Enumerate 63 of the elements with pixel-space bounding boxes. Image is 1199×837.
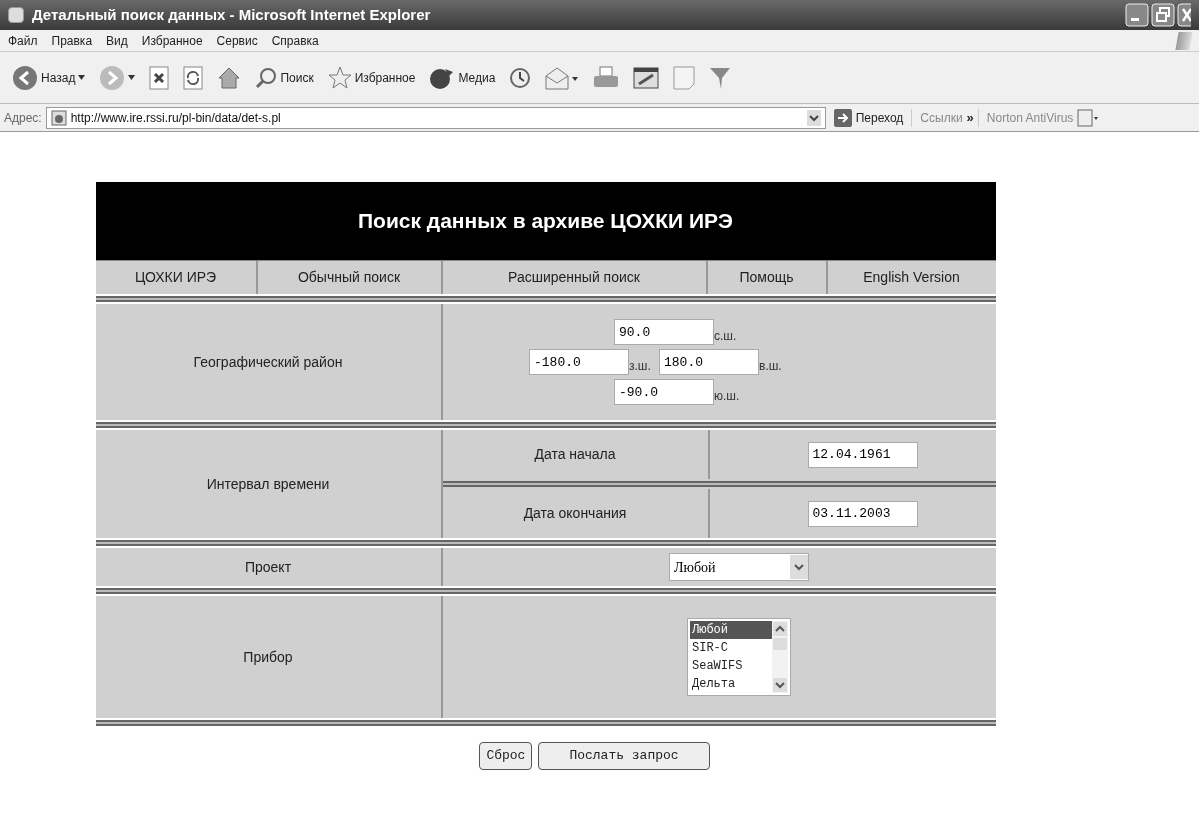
search-icon[interactable] <box>255 66 278 89</box>
form-button[interactable]: Послать запрос <box>538 742 710 770</box>
unit-label: з.ш. <box>629 358 652 375</box>
minimize-icon[interactable] <box>1125 3 1149 27</box>
input-field[interactable]: 03.11.2003 <box>807 500 918 527</box>
nav-link[interactable]: ЦОХКИ ИРЭ <box>134 267 217 288</box>
toolbar-button-label[interactable]: Поиск <box>280 68 314 87</box>
list-option[interactable]: Любой <box>690 621 772 639</box>
address-label: Адрес: <box>4 109 42 127</box>
scrollbar-icon[interactable] <box>772 621 788 693</box>
nav-link[interactable]: Расширенный поиск <box>508 267 640 288</box>
nav-link[interactable]: Помощь <box>739 267 794 288</box>
window-title: Детальный поиск данных - Microsoft Internet Explorer <box>32 4 431 25</box>
go-button-label[interactable]: Переход <box>855 108 904 127</box>
device-listbox[interactable]: Любой SIR-C SeaWIFS Дельта <box>687 618 791 696</box>
unit-label: в.ш. <box>759 358 783 375</box>
toolbar-button-label[interactable]: Избранное <box>354 68 416 87</box>
address-field[interactable]: http://www.ire.rssi.ru/pl-bin/data/det-s.pl <box>45 106 826 129</box>
list-option[interactable]: SIR-C <box>690 639 772 657</box>
refresh-icon[interactable] <box>183 65 204 90</box>
list-option[interactable]: SeaWIFS <box>690 657 772 675</box>
input-field[interactable]: -180.0 <box>529 349 629 375</box>
dropdown-arrow-icon[interactable] <box>78 75 86 80</box>
chevron-button[interactable]: » <box>966 107 974 128</box>
star-icon[interactable] <box>327 65 352 90</box>
input-field[interactable]: 180.0 <box>659 349 759 375</box>
project-dropdown[interactable]: Любой <box>669 553 809 581</box>
stop-icon[interactable] <box>149 65 170 90</box>
form-button[interactable]: Сброс <box>479 742 533 770</box>
input-field[interactable]: -90.0 <box>614 379 714 405</box>
field-label: Дата начала <box>534 445 616 464</box>
field-label: Дата окончания <box>523 504 627 523</box>
nav-link[interactable]: English Version <box>863 267 960 288</box>
page-heading: Поиск данных в архиве ЦОХКИ ИРЭ <box>95 182 996 260</box>
field-label: Проект <box>244 557 292 577</box>
extension-icon[interactable] <box>1077 108 1100 127</box>
field-label: Прибор <box>243 647 293 667</box>
restore-icon[interactable] <box>1151 3 1175 27</box>
nav-link[interactable]: Обычный поиск <box>297 267 401 288</box>
edit-icon[interactable] <box>633 65 660 90</box>
input-field[interactable]: 12.04.1961 <box>807 441 918 468</box>
home-icon[interactable] <box>217 65 242 90</box>
window-icon <box>8 7 24 23</box>
menu-item[interactable]: Избранное <box>141 31 203 50</box>
menu-item[interactable]: Правка <box>51 31 93 50</box>
input-field[interactable]: 90.0 <box>614 319 714 345</box>
field-label: Интервал времени <box>206 474 330 494</box>
menu-item[interactable]: Сервис <box>216 31 258 50</box>
menu-item[interactable]: Вид <box>106 31 128 50</box>
clock-icon[interactable] <box>509 66 532 89</box>
menu-item[interactable]: Файл <box>8 31 38 50</box>
menu-item[interactable]: Справка <box>271 31 319 50</box>
dropdown-arrow-icon[interactable] <box>128 75 136 80</box>
printer-icon[interactable] <box>593 65 620 90</box>
unit-label: ю.ш. <box>714 388 741 405</box>
page-icon <box>50 109 67 126</box>
field-label: Географический район <box>193 352 343 372</box>
list-option[interactable]: Дельта <box>690 675 772 693</box>
close-icon[interactable] <box>1177 3 1191 27</box>
toolbar-button-label[interactable]: Назад <box>41 68 76 87</box>
toolbar-button-label[interactable]: Медиа <box>458 68 496 87</box>
envelope-icon[interactable] <box>545 65 580 90</box>
unit-label: с.ш. <box>714 328 738 345</box>
